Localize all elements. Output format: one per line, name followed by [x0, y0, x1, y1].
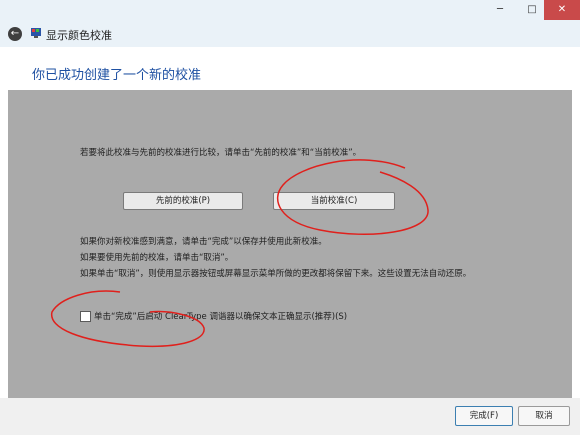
title-bar: ← 显示颜色校准 ─ □ ✕ [0, 0, 580, 47]
cleartype-option[interactable]: 单击“完成”后启动 ClearType 调谐器以确保文本正确显示(推荐)(S) [80, 310, 347, 322]
minimize-button[interactable]: ─ [484, 0, 516, 20]
cleartype-checkbox-label: 单击“完成”后启动 ClearType 调谐器以确保文本正确显示(推荐)(S) [94, 312, 348, 322]
info-line-finish: 如果你对新校准感到满意，请单击“完成”以保存并使用此新校准。 [80, 237, 327, 247]
info-line-cancel: 如果要使用先前的校准，请单击“取消”。 [80, 253, 234, 263]
info-line-settings: 如果单击“取消”，则使用显示器按钮或屏幕显示菜单所做的更改都将保留下来。这些设置… [80, 269, 472, 279]
back-arrow-icon[interactable]: ← [8, 27, 22, 41]
cleartype-checkbox[interactable] [80, 310, 91, 322]
footer-bar: 完成(F) 取消 [0, 398, 580, 435]
display-calibration-icon [31, 28, 41, 38]
previous-calibration-button[interactable]: 先前的校准(P) [123, 192, 243, 210]
content-panel: 若要将此校准与先前的校准进行比较，请单击“先前的校准”和“当前校准”。 先前的校… [8, 90, 572, 398]
current-calibration-button[interactable]: 当前校准(C) [273, 192, 395, 210]
cancel-button[interactable]: 取消 [518, 406, 570, 426]
instruction-text: 若要将此校准与先前的校准进行比较，请单击“先前的校准”和“当前校准”。 [80, 148, 362, 158]
close-button[interactable]: ✕ [544, 0, 580, 20]
page-heading: 你已成功创建了一个新的校准 [32, 68, 202, 83]
finish-button[interactable]: 完成(F) [455, 406, 513, 426]
window-title: 显示颜色校准 [46, 29, 112, 42]
